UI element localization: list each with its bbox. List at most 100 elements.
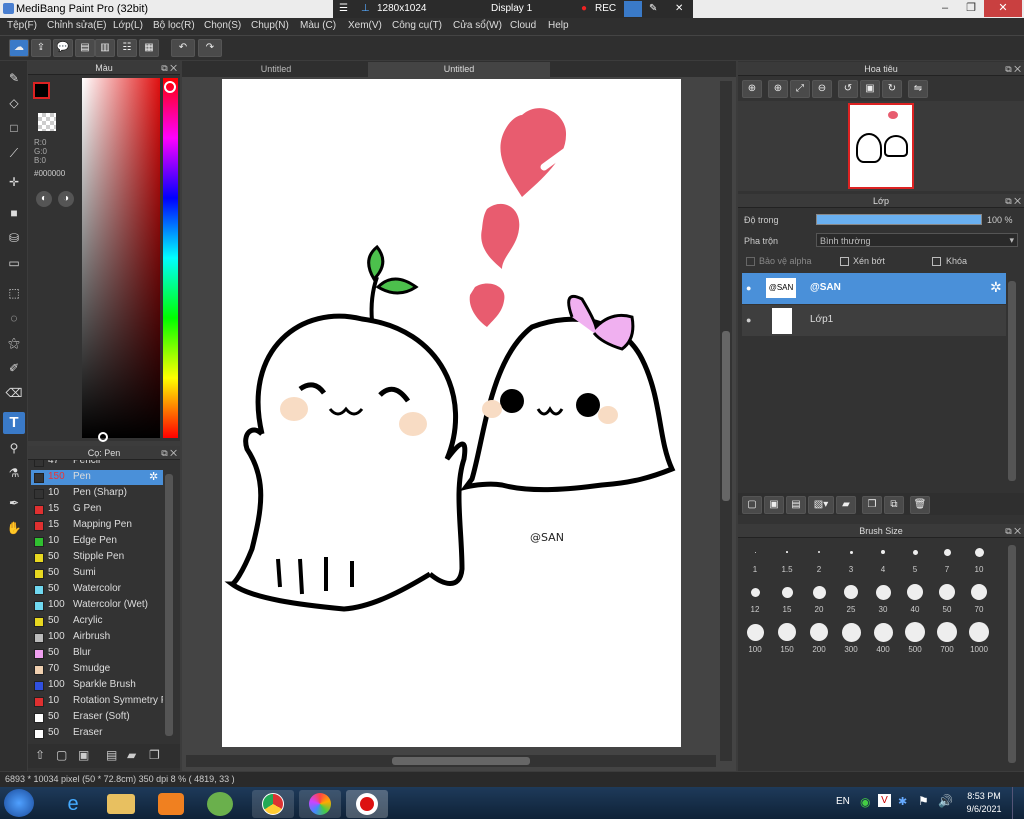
brush-menu-icon[interactable]: ▣ [78, 748, 89, 762]
eyedropper-tool-icon[interactable]: ✒ [3, 492, 25, 514]
brush-size-option[interactable]: 500 [900, 619, 930, 657]
blend-mode-select[interactable]: Bình thường ▾ [816, 233, 1018, 247]
flip-icon[interactable]: ⇋ [908, 80, 928, 98]
brush-size-option[interactable]: 5 [900, 539, 930, 577]
new-layer-icon[interactable]: ▢ [742, 496, 762, 514]
brush-size-scrollbar[interactable] [1008, 545, 1016, 763]
hand-tool-icon[interactable]: ✋ [3, 517, 25, 539]
lock-checkbox[interactable] [932, 257, 941, 266]
hue-cursor[interactable] [164, 81, 176, 93]
minimize-button[interactable]: – [932, 0, 958, 17]
brush-item[interactable]: 50 Eraser (Soft) [31, 710, 163, 725]
rotate-right-icon[interactable]: ↻ [882, 80, 902, 98]
panel-controls-icon[interactable]: ⧉ ✕ [161, 446, 177, 460]
window-close-button[interactable]: ✕ [984, 0, 1022, 17]
select-rect-tool-icon[interactable]: ⬚ [3, 282, 25, 304]
panel-controls-icon[interactable]: ⧉ ✕ [1005, 62, 1021, 76]
foreground-color-swatch[interactable] [33, 82, 50, 99]
chrome-icon[interactable] [252, 790, 294, 818]
pen-icon[interactable]: ✎ [649, 3, 657, 14]
menu-window[interactable]: Cửa sổ(W) [453, 20, 502, 31]
menu-select[interactable]: Chọn(S) [204, 20, 241, 31]
brush-size-option[interactable]: 25 [836, 579, 866, 617]
pin-icon[interactable]: ⊥ [361, 3, 370, 14]
start-button[interactable] [4, 789, 34, 817]
upload-icon[interactable]: ⇪ [31, 39, 51, 57]
layer-row-san[interactable]: ● @SAN @SAN ✲ [742, 273, 1006, 304]
operation-tool-icon[interactable]: ⚲ [3, 437, 25, 459]
eraser-tool-icon[interactable]: ◇ [3, 92, 25, 114]
layer-scrollbar[interactable] [1008, 281, 1016, 481]
tray-v-icon[interactable]: V [878, 794, 891, 807]
clock-time[interactable]: 8:53 PM [966, 791, 1002, 801]
close-icon[interactable]: ✕ [675, 3, 683, 14]
merge-layer-icon[interactable]: ⧉ [884, 496, 904, 514]
rectangle-tool-icon[interactable]: □ [3, 117, 25, 139]
transparent-color-swatch[interactable] [38, 113, 56, 131]
rec-label[interactable]: REC [595, 3, 616, 14]
delete-layer-icon[interactable]: 🗑 [910, 496, 930, 514]
show-desktop-button[interactable] [1012, 787, 1024, 819]
gear-icon[interactable]: ✲ [990, 279, 1002, 296]
redo-icon[interactable]: ↷ [198, 39, 222, 57]
vertical-scrollbar[interactable] [720, 81, 732, 761]
new-8bit-layer-icon[interactable]: ▤ [786, 496, 806, 514]
clip-checkbox[interactable] [840, 257, 849, 266]
brush-size-option[interactable]: 2 [804, 539, 834, 577]
brush-folder-icon[interactable]: ▰ [127, 748, 136, 762]
new-halftone-layer-icon[interactable]: ▣ [764, 496, 784, 514]
panel-controls-icon[interactable]: ⧉ ✕ [1005, 194, 1021, 208]
vertical-scroll-thumb[interactable] [722, 331, 730, 501]
menu-cloud[interactable]: Cloud [510, 20, 536, 31]
brush-size-option[interactable]: 70 [964, 579, 994, 617]
protect-alpha-checkbox[interactable] [746, 257, 755, 266]
brush-size-option[interactable]: 300 [836, 619, 866, 657]
brush-size-option[interactable]: 1000 [964, 619, 994, 657]
panel-controls-icon[interactable]: ⧉ ✕ [161, 61, 177, 75]
clock-date[interactable]: 9/6/2021 [962, 804, 1006, 814]
navigator-thumbnail[interactable] [848, 103, 914, 189]
horizontal-scrollbar[interactable] [186, 755, 716, 767]
brush-size-option[interactable]: 3 [836, 539, 866, 577]
menu-file[interactable]: Tệp(F) [7, 20, 37, 31]
palette-icon[interactable]: ◐ [36, 191, 52, 207]
fill-rect-tool-icon[interactable]: ■ [3, 202, 25, 224]
duplicate-layer-icon[interactable]: ❐ [862, 496, 882, 514]
picker-cursor[interactable] [98, 432, 108, 442]
brush-item[interactable]: 10 Edge Pen [31, 534, 163, 549]
brush-item[interactable]: 15 Mapping Pen [31, 518, 163, 533]
language-indicator[interactable]: EN [836, 796, 850, 807]
brush-size-option[interactable]: 400 [868, 619, 898, 657]
layer-folder-icon[interactable]: ▰ [836, 496, 856, 514]
opacity-slider[interactable] [816, 214, 982, 225]
brush-size-option[interactable]: 7 [932, 539, 962, 577]
cloud-icon[interactable]: ☁ [9, 39, 29, 57]
tab-untitled-1[interactable]: Untitled [186, 62, 366, 77]
menu-filter[interactable]: Bộ lọc(R) [153, 20, 195, 31]
bucket-tool-icon[interactable]: ⛁ [3, 227, 25, 249]
menu-icon[interactable]: ☰ [339, 3, 348, 14]
reset-icon[interactable]: ▣ [860, 80, 880, 98]
brush-size-option[interactable]: 150 [772, 619, 802, 657]
brush-item[interactable]: 50 Watercolor [31, 582, 163, 597]
select-pen-tool-icon[interactable]: ✐ [3, 357, 25, 379]
line-tool-icon[interactable]: ⟋ [3, 142, 25, 164]
brush-size-option[interactable]: 4 [868, 539, 898, 577]
brush-size-option[interactable]: 200 [804, 619, 834, 657]
restore-button[interactable]: ❐ [958, 0, 984, 17]
tray-bluetooth-icon[interactable]: ✱ [898, 795, 907, 808]
drawing-canvas[interactable]: @SAN [222, 79, 681, 747]
rotate-left-icon[interactable]: ↺ [838, 80, 858, 98]
tab-untitled-2[interactable]: Untitled [368, 62, 550, 77]
brush-size-option[interactable]: 50 [932, 579, 962, 617]
brush-size-option[interactable]: 1 [740, 539, 770, 577]
chat-icon[interactable]: ▤ [75, 39, 95, 57]
dropper-tool-icon[interactable]: ⚗ [3, 462, 25, 484]
brush-scrollbar[interactable] [165, 474, 173, 736]
document-icon[interactable]: ▥ [95, 39, 115, 57]
zoom-fit-icon[interactable]: ⊕ [742, 80, 762, 98]
magic-wand-tool-icon[interactable]: ⚝ [3, 332, 25, 354]
gear-icon[interactable]: ✲ [149, 470, 158, 483]
app-icon[interactable] [207, 792, 233, 816]
brush-size-option[interactable]: 20 [804, 579, 834, 617]
